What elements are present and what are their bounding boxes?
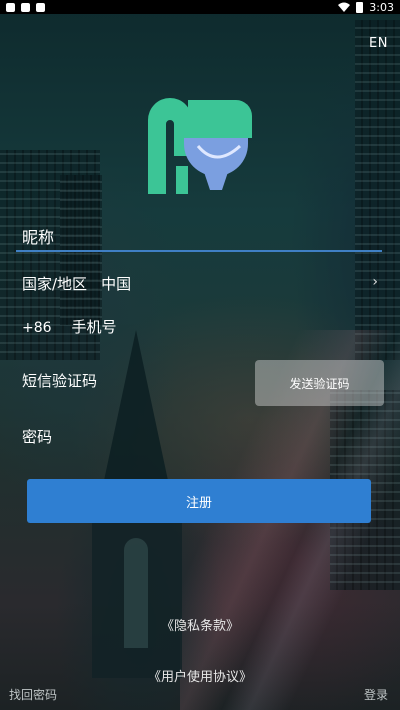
status-time: 3:03 [369,0,394,14]
status-bar: 3:03 [0,0,400,14]
sms-code-input[interactable] [22,372,242,390]
region-value: 中国 [101,275,132,293]
battery-icon [356,1,364,13]
region-label: 国家/地区 [22,275,88,293]
send-code-button[interactable]: 发送验证码 [255,360,384,406]
register-button[interactable]: 注册 [27,479,371,523]
chevron-right-icon: › [372,274,378,290]
login-link[interactable]: 登录 [364,686,388,703]
user-agreement-link-row: 《用户使用协议》 [0,666,400,685]
country-code[interactable]: +86 [22,320,52,336]
notification-icon [21,2,30,12]
notification-icon [36,2,45,12]
language-toggle[interactable]: EN [369,36,388,51]
user-agreement-link[interactable]: 《用户使用协议》 [148,670,252,685]
privacy-link-row: 《隐私条款》 [0,615,400,634]
nickname-underline [16,250,382,252]
notification-icon [6,2,15,12]
forgot-password-link[interactable]: 找回密码 [9,686,57,703]
wifi-icon [338,2,351,12]
app-logo-icon [148,98,252,194]
background-building [355,20,400,360]
nickname-input[interactable] [22,226,362,248]
password-input[interactable] [22,428,352,446]
region-selector[interactable]: 国家/地区 中国 › [22,273,382,295]
background-church-spire [102,330,170,490]
phone-row: +86 [22,318,242,336]
phone-input[interactable] [71,318,242,336]
privacy-link[interactable]: 《隐私条款》 [161,619,239,634]
